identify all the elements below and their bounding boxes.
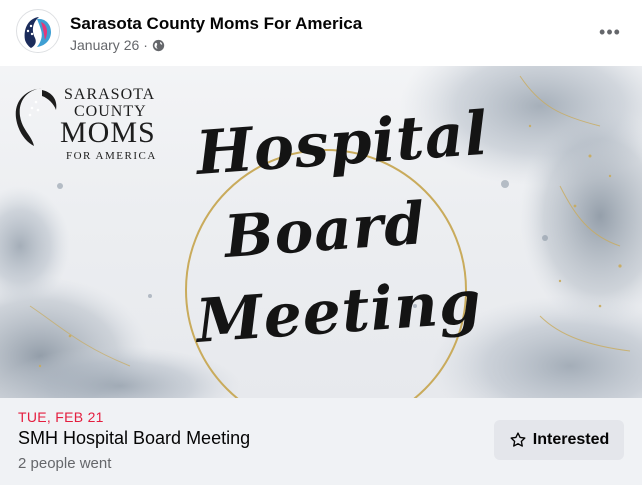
post-options-button[interactable]: ••• xyxy=(596,18,624,46)
page-avatar[interactable] xyxy=(16,9,60,53)
post-date-link[interactable]: January 26 xyxy=(70,37,139,53)
event-cover-image[interactable]: SARASOTA COUNTY MOMS FOR AMERICA Hospita… xyxy=(0,66,642,398)
interested-button[interactable]: Interested xyxy=(494,420,624,460)
interested-label: Interested xyxy=(532,431,610,448)
meta-separator: · xyxy=(143,37,148,53)
more-horizontal-icon: ••• xyxy=(599,21,621,42)
org-emblem-icon xyxy=(15,88,57,146)
page-name-link[interactable]: Sarasota County Moms For America xyxy=(70,14,362,34)
event-details: TUE, FEB 21 SMH Hospital Board Meeting 2… xyxy=(0,398,642,485)
event-title-link[interactable]: SMH Hospital Board Meeting xyxy=(18,428,250,449)
globe-icon xyxy=(152,39,165,51)
post-header: Sarasota County Moms For America January… xyxy=(0,0,642,66)
org-logo-line-4: FOR AMERICA xyxy=(66,150,157,162)
post-meta: January 26 · xyxy=(70,37,165,53)
event-date: TUE, FEB 21 xyxy=(18,409,104,425)
event-attendance: 2 people went xyxy=(18,455,112,472)
avatar-logo-icon xyxy=(18,11,59,52)
org-logo: SARASOTA COUNTY MOMS FOR AMERICA xyxy=(12,82,182,162)
org-logo-line-3: MOMS xyxy=(60,116,156,149)
org-logo-line-1: SARASOTA xyxy=(64,86,156,103)
star-icon xyxy=(510,432,526,447)
